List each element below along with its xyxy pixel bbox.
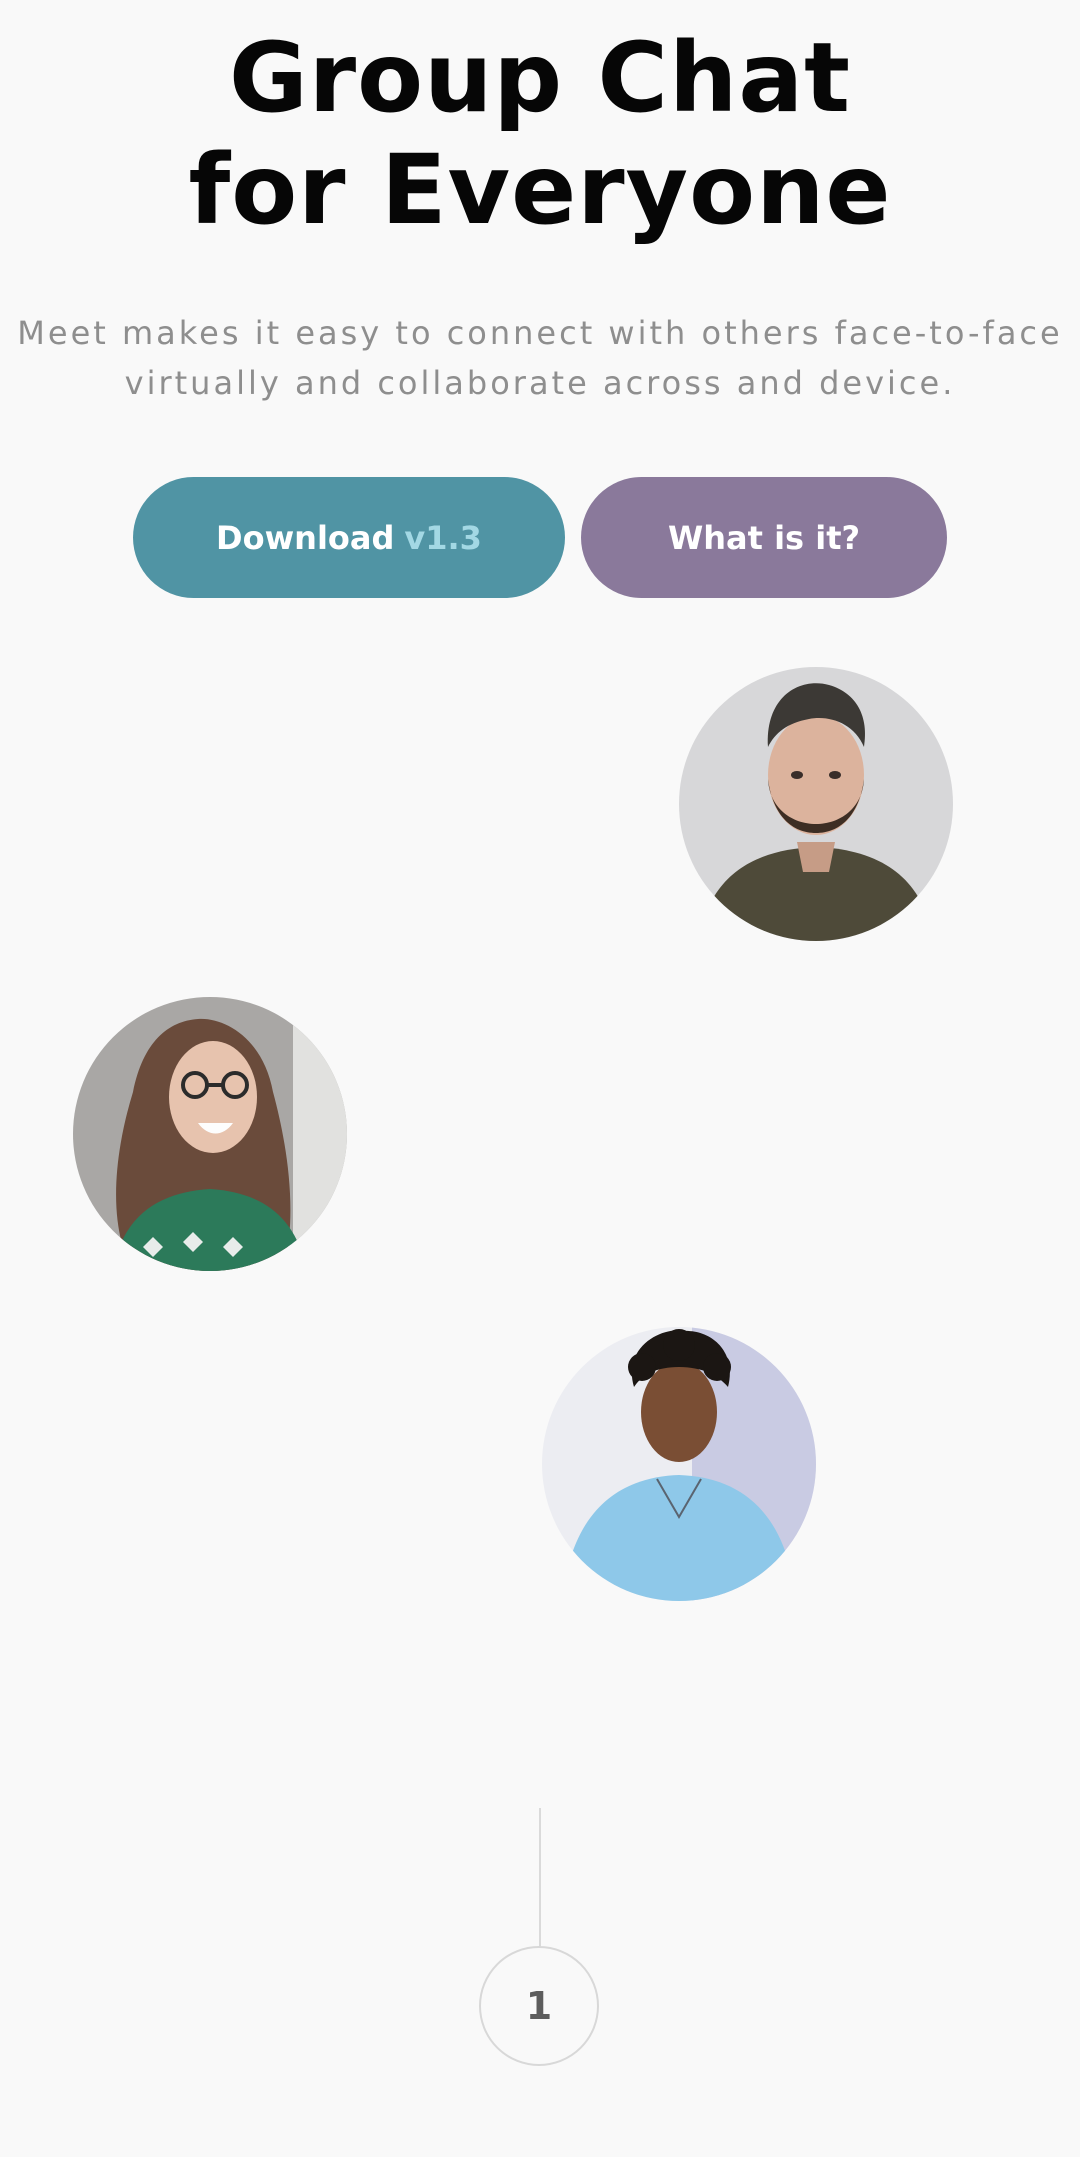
download-button-label: Download [216, 518, 395, 557]
curly-haired-man-avatar [542, 1327, 816, 1601]
step-connector-line [539, 1808, 541, 1948]
hero-title: Group Chat for Everyone [0, 22, 1080, 246]
download-button[interactable]: Download v1.3 [133, 477, 565, 598]
what-is-it-button-label: What is it? [667, 518, 861, 557]
step-number: 1 [525, 1984, 553, 2028]
hero-title-line-1: Group Chat [228, 22, 852, 134]
hero-subtitle: Meet makes it easy to connect with other… [0, 308, 1080, 408]
step-number-badge: 1 [479, 1946, 599, 2066]
bearded-man-avatar [679, 667, 953, 941]
what-is-it-button[interactable]: What is it? [581, 477, 947, 598]
hero-title-line-2: for Everyone [188, 134, 892, 246]
woman-with-glasses-avatar [73, 997, 347, 1271]
hero-subtitle-line-2: virtually and collaborate across and dev… [124, 364, 956, 402]
download-version-label: v1.3 [404, 518, 482, 557]
hero-subtitle-line-1: Meet makes it easy to connect with other… [17, 314, 1063, 352]
